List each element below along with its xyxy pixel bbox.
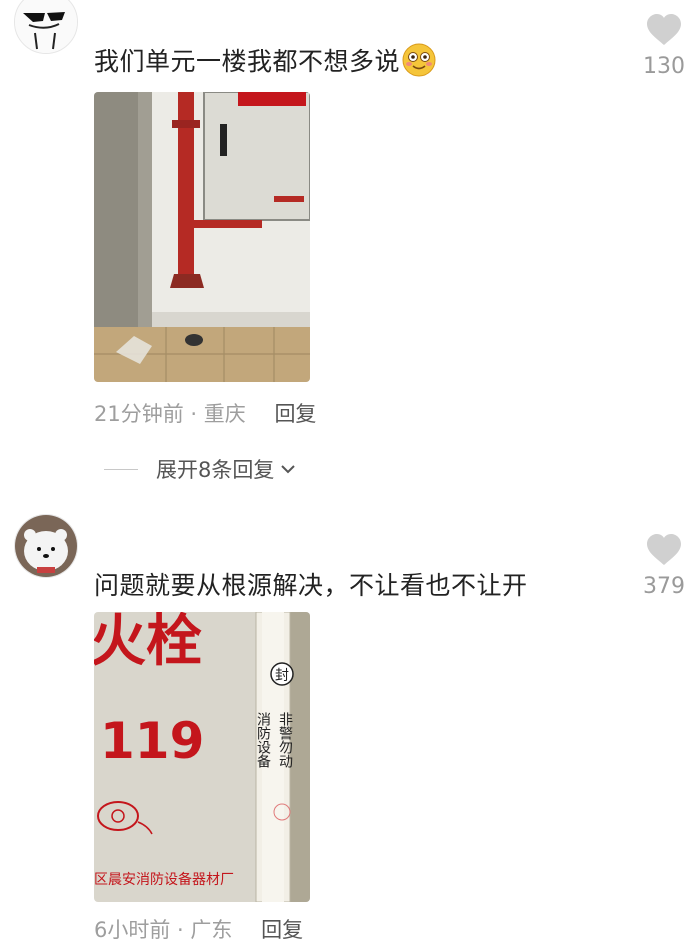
expand-replies-label: 展开8条回复 (156, 458, 275, 482)
avatar-polar-bear-icon (15, 515, 77, 577)
like-count: 130 (643, 54, 685, 79)
sign-number: 119 (100, 712, 204, 770)
comment-text: 我们单元一楼我都不想多说 (94, 42, 436, 78)
like-count: 379 (643, 574, 685, 599)
reply-button[interactable]: 回复 (261, 918, 303, 942)
tag-column-1: 消防设备 (255, 712, 271, 768)
like-group[interactable]: 379 (638, 534, 689, 599)
smiling-blush-emoji-icon (402, 43, 436, 77)
reply-button[interactable]: 回复 (274, 402, 316, 426)
tag-column-2: 非警勿动 (277, 712, 293, 769)
comment-meta: 6小时前 · 广东 回复 (94, 914, 303, 944)
hydrant-pipe-photo (94, 92, 310, 382)
chevron-down-icon (281, 465, 296, 474)
comment-time-location: 21分钟前 · 重庆 (94, 402, 246, 426)
comment-text: 问题就要从根源解决，不让看也不让开 (94, 571, 528, 600)
divider-line (104, 468, 138, 470)
hydrant-box-seal-photo: 火栓 119 区晨安消防设备器材厂 封 消防设备 非警勿动 (94, 612, 310, 902)
heart-icon[interactable] (646, 14, 682, 46)
comment-photo[interactable] (94, 92, 310, 382)
avatar-sunglasses-icon (15, 0, 77, 53)
tag-seal-char: 封 (275, 668, 289, 684)
avatar[interactable] (14, 0, 78, 54)
comment-meta: 21分钟前 · 重庆 回复 (94, 398, 316, 428)
sign-big-chars: 火栓 (94, 612, 202, 674)
expand-replies[interactable]: 展开8条回复 (104, 454, 296, 484)
avatar[interactable] (14, 514, 78, 578)
comment-time-location: 6小时前 · 广东 (94, 918, 233, 942)
like-group[interactable]: 130 (638, 14, 689, 79)
comment-photo[interactable]: 火栓 119 区晨安消防设备器材厂 封 消防设备 非警勿动 (94, 612, 310, 902)
maker-text: 区晨安消防设备器材厂 (94, 871, 234, 888)
heart-icon[interactable] (646, 534, 682, 566)
